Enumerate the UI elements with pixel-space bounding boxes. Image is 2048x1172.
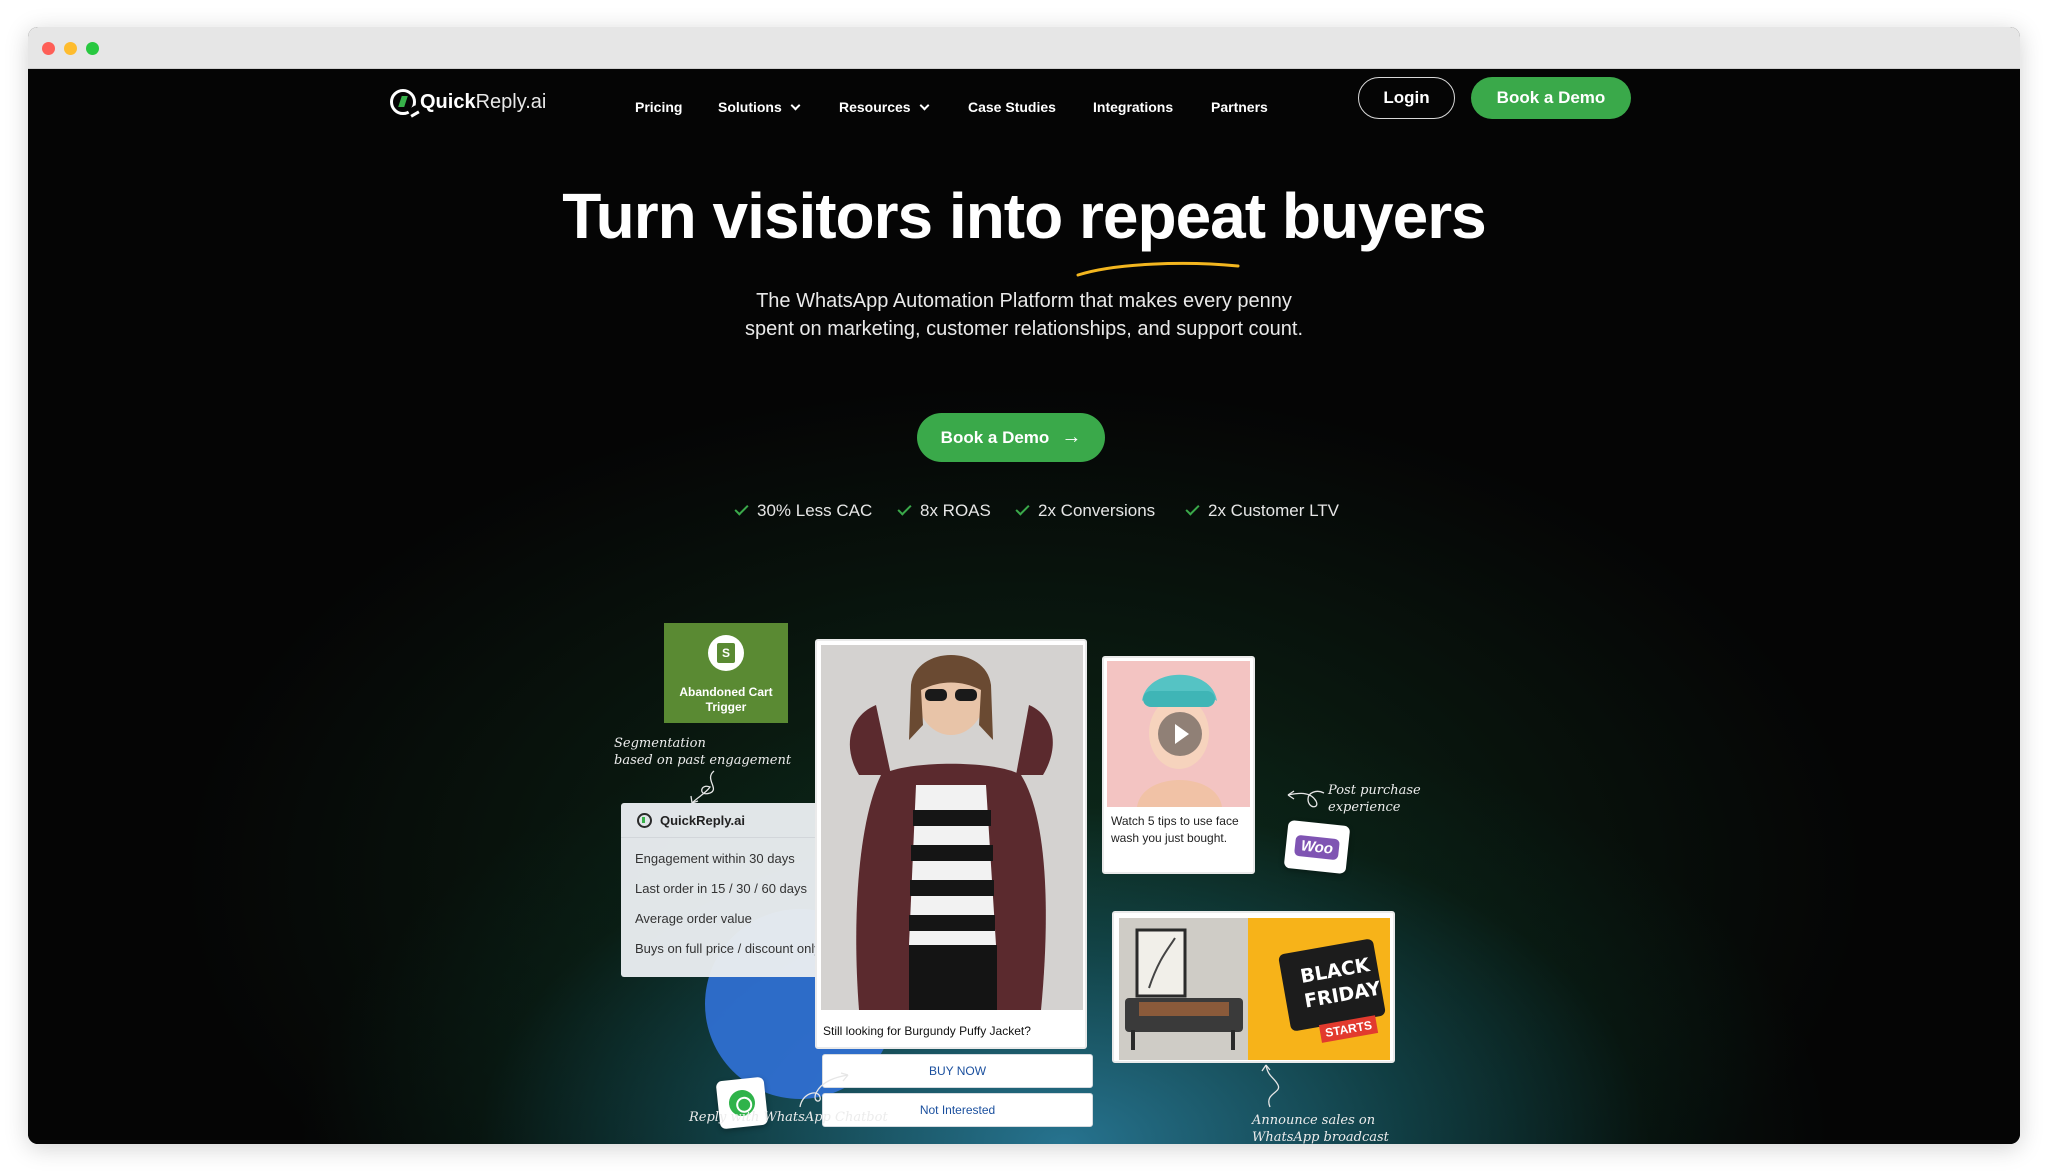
hero-subtext-line-2: spent on marketing, customer relationshi… [744, 318, 1304, 340]
product-photo-jacket [821, 645, 1083, 1010]
chevron-down-icon [790, 100, 801, 110]
nav-book-demo-button[interactable]: Book a Demo [1471, 77, 1631, 119]
annotation-post-purchase: Post purchase experience [1328, 783, 1421, 815]
product-message-caption: Still looking for Burgundy Puffy Jacket? [823, 1024, 1031, 1038]
curved-arrow-icon [690, 770, 715, 804]
nav-partners[interactable]: Partners [1211, 99, 1268, 115]
check-icon [1015, 501, 1030, 516]
browser-titlebar [28, 27, 2020, 69]
segmentation-card-header: QuickReply.ai [637, 813, 745, 828]
segment-criteria-item: Average order value [635, 911, 752, 926]
browser-window: Quick Reply.ai Pricing Solutions Resource… [28, 27, 2020, 1144]
play-icon[interactable] [1158, 712, 1202, 756]
maximize-window-button[interactable] [86, 42, 99, 55]
product-message-card: Still looking for Burgundy Puffy Jacket? [815, 639, 1087, 1049]
brand-logo[interactable]: Quick Reply.ai [390, 87, 546, 117]
check-icon [734, 501, 749, 516]
woocommerce-icon: Woo [1283, 819, 1351, 875]
nav-resources[interactable]: Resources [839, 99, 930, 115]
black-friday-banner: BLACK FRIDAY STARTS [1248, 918, 1390, 1060]
video-message-card: Watch 5 tips to use face wash you just b… [1102, 656, 1255, 874]
headline-underline-decoration [1076, 261, 1240, 277]
close-window-button[interactable] [42, 42, 55, 55]
curved-arrow-icon [1261, 1064, 1280, 1108]
annotation-announce-sales: Announce sales on WhatsApp broadcast [1252, 1113, 1389, 1144]
check-icon [897, 501, 912, 516]
quickreply-logo-icon [637, 813, 652, 828]
shopify-icon: S [708, 635, 744, 671]
nav-pricing[interactable]: Pricing [635, 99, 682, 115]
annotation-reply-chatbot: Reply with WhatsApp Chatbot [689, 1110, 888, 1125]
landing-page: Quick Reply.ai Pricing Solutions Resource… [28, 69, 2020, 1144]
hero-book-demo-label: Book a Demo [940, 427, 1050, 447]
stat-item: 8x ROAS [897, 501, 991, 521]
nav-case-studies[interactable]: Case Studies [968, 99, 1056, 115]
stat-item: 2x Customer LTV [1185, 501, 1339, 521]
black-friday-broadcast-card: BLACK FRIDAY STARTS [1112, 911, 1395, 1063]
brand-name-light: Reply.ai [475, 90, 547, 113]
hero-subtext: The WhatsApp Automation Platform that ma… [28, 287, 2020, 343]
hero-book-demo-button[interactable]: Book a Demo → [917, 413, 1105, 462]
nav-integrations[interactable]: Integrations [1093, 99, 1173, 115]
woocommerce-label: Woo [1293, 834, 1341, 860]
check-icon [1185, 501, 1200, 516]
login-button[interactable]: Login [1358, 77, 1455, 119]
curved-arrow-icon [1287, 790, 1325, 808]
stat-item: 30% Less CAC [734, 501, 872, 521]
trigger-card-label: Abandoned Cart Trigger [679, 685, 773, 714]
stat-item: 2x Conversions [1015, 501, 1155, 521]
hero-subtext-line-1: The WhatsApp Automation Platform that ma… [756, 290, 1292, 312]
nav-solutions[interactable]: Solutions [718, 99, 801, 115]
video-thumbnail-face-wash [1107, 661, 1250, 807]
minimize-window-button[interactable] [64, 42, 77, 55]
segment-criteria-item: Engagement within 30 days [635, 851, 795, 866]
segment-criteria-item: Last order in 15 / 30 / 60 days [635, 881, 807, 896]
quickreply-logo-icon [390, 89, 416, 115]
video-message-caption: Watch 5 tips to use face wash you just b… [1111, 814, 1239, 845]
arrow-right-icon: → [1061, 426, 1082, 448]
abandoned-cart-trigger-card: S Abandoned Cart Trigger [664, 623, 788, 723]
hero-headline: Turn visitors into repeat buyers [562, 180, 1486, 252]
chevron-down-icon [919, 100, 930, 110]
annotation-segmentation: Segmentation based on past engagement [614, 736, 792, 768]
curved-arrow-icon [799, 1072, 849, 1108]
segment-criteria-item: Buys on full price / discount only [635, 941, 821, 956]
buy-now-button[interactable]: BUY NOW [822, 1054, 1093, 1088]
brand-name-bold: Quick [420, 90, 476, 113]
sofa-photo [1119, 918, 1248, 1060]
